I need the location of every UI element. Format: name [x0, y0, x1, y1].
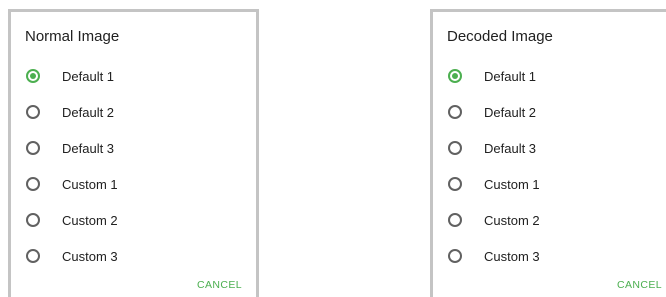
radio-option-label: Default 1 [484, 68, 537, 84]
dialog-title: Decoded Image [447, 28, 553, 45]
radio-option-custom-1[interactable]: Custom 1 [26, 166, 118, 202]
radio-button-unchecked-icon[interactable] [26, 105, 40, 119]
radio-option-custom-1[interactable]: Custom 1 [448, 166, 540, 202]
radio-button-unchecked-icon[interactable] [448, 177, 462, 191]
decoded-image-dialog: Decoded Image Default 1 Default 2 Defaul… [430, 9, 666, 297]
radio-option-default-3[interactable]: Default 3 [26, 130, 118, 166]
radio-option-default-3[interactable]: Default 3 [448, 130, 540, 166]
radio-option-label: Custom 3 [62, 248, 118, 264]
radio-option-list: Default 1 Default 2 Default 3 Custom 1 C… [26, 58, 118, 274]
radio-option-default-2[interactable]: Default 2 [448, 94, 540, 130]
radio-option-label: Default 3 [62, 140, 115, 156]
radio-option-label: Custom 2 [62, 212, 118, 228]
radio-option-label: Custom 2 [484, 212, 540, 228]
radio-option-custom-2[interactable]: Custom 2 [26, 202, 118, 238]
radio-option-custom-3[interactable]: Custom 3 [26, 238, 118, 274]
radio-button-unchecked-icon[interactable] [448, 249, 462, 263]
radio-option-label: Custom 1 [62, 176, 118, 192]
normal-image-dialog: Normal Image Default 1 Default 2 Default… [8, 9, 259, 297]
radio-option-custom-3[interactable]: Custom 3 [448, 238, 540, 274]
radio-option-label: Default 1 [62, 68, 115, 84]
radio-option-label: Custom 3 [484, 248, 540, 264]
radio-button-unchecked-icon[interactable] [448, 213, 462, 227]
radio-option-list: Default 1 Default 2 Default 3 Custom 1 C… [448, 58, 540, 274]
radio-button-checked-icon[interactable] [26, 69, 40, 83]
dialog-title: Normal Image [25, 28, 120, 45]
radio-button-checked-icon[interactable] [448, 69, 462, 83]
radio-option-custom-2[interactable]: Custom 2 [448, 202, 540, 238]
radio-button-unchecked-icon[interactable] [26, 213, 40, 227]
radio-option-default-1[interactable]: Default 1 [448, 58, 540, 94]
radio-button-unchecked-icon[interactable] [26, 249, 40, 263]
radio-option-default-1[interactable]: Default 1 [26, 58, 118, 94]
radio-button-unchecked-icon[interactable] [26, 177, 40, 191]
radio-button-unchecked-icon[interactable] [26, 141, 40, 155]
radio-option-label: Custom 1 [484, 176, 540, 192]
radio-option-label: Default 3 [484, 140, 537, 156]
radio-option-label: Default 2 [484, 104, 537, 120]
cancel-button[interactable]: CANCEL [617, 279, 662, 291]
radio-button-unchecked-icon[interactable] [448, 141, 462, 155]
radio-option-label: Default 2 [62, 104, 115, 120]
radio-button-unchecked-icon[interactable] [448, 105, 462, 119]
cancel-button[interactable]: CANCEL [197, 279, 242, 291]
radio-option-default-2[interactable]: Default 2 [26, 94, 118, 130]
